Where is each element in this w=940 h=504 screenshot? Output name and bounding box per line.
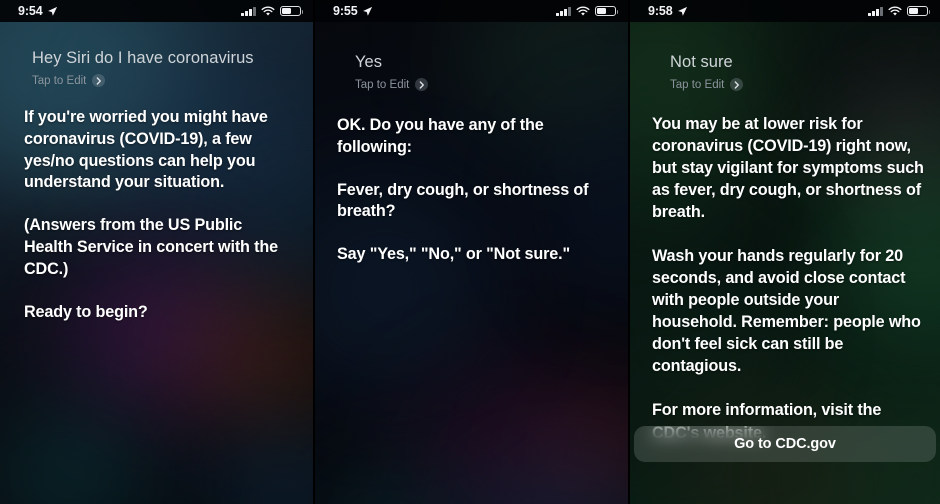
chevron-right-icon <box>92 74 106 88</box>
user-query-block[interactable]: Yes Tap to Edit <box>327 52 616 92</box>
siri-answer-1: If you're worried you might have coronav… <box>14 107 299 323</box>
tap-to-edit-button[interactable]: Tap to Edit <box>32 74 299 88</box>
tap-to-edit-label: Tap to Edit <box>670 78 725 91</box>
answer-paragraph: Wash your hands regularly for 20 seconds… <box>652 247 921 376</box>
location-arrow-icon <box>362 6 372 16</box>
status-bar-left: 9:54 <box>18 4 58 18</box>
tap-to-edit-button[interactable]: Tap to Edit <box>355 78 616 92</box>
clock-label: 9:54 <box>18 4 43 18</box>
user-query-block[interactable]: Not sure Tap to Edit <box>642 52 928 92</box>
wifi-icon <box>261 6 275 16</box>
wifi-icon <box>888 6 902 16</box>
siri-content-2: Yes Tap to Edit OK. Do you have any of t… <box>315 52 628 266</box>
siri-answer-2: OK. Do you have any of the following: Fe… <box>327 115 616 266</box>
go-to-cdc-button[interactable]: Go to CDC.gov <box>634 426 936 462</box>
go-to-cdc-button-label: Go to CDC.gov <box>734 436 836 452</box>
chevron-right-icon <box>415 78 429 92</box>
tap-to-edit-label: Tap to Edit <box>32 74 87 87</box>
answer-paragraph: If you're worried you might have coronav… <box>24 108 268 192</box>
status-bar-right <box>241 5 304 17</box>
clock-label: 9:58 <box>648 4 673 18</box>
user-query-text: Hey Siri do I have coronavirus <box>32 49 254 67</box>
siri-screenshot-strip: 9:54 Hey Siri do I have coronavirus Tap … <box>0 0 940 504</box>
user-query-block[interactable]: Hey Siri do I have coronavirus Tap to Ed… <box>14 48 299 88</box>
user-query-text: Yes <box>355 53 383 71</box>
status-bar-right <box>556 5 619 17</box>
siri-content-1: Hey Siri do I have coronavirus Tap to Ed… <box>0 48 313 323</box>
status-bar: 9:58 <box>630 0 940 22</box>
chevron-right-icon <box>730 78 744 92</box>
status-bar-left: 9:58 <box>648 4 688 18</box>
location-arrow-icon <box>677 6 687 16</box>
status-bar-left: 9:55 <box>333 4 373 18</box>
cellular-signal-icon <box>241 6 256 16</box>
cellular-signal-icon <box>868 6 883 16</box>
battery-icon <box>280 5 304 17</box>
tap-to-edit-label: Tap to Edit <box>355 78 410 91</box>
location-arrow-icon <box>47 6 57 16</box>
answer-paragraph: OK. Do you have any of the following: <box>337 116 544 156</box>
siri-content-3: Not sure Tap to Edit You may be at lower… <box>630 52 940 444</box>
battery-icon <box>907 5 931 17</box>
cellular-signal-icon <box>556 6 571 16</box>
siri-screen-2: 9:55 Yes Tap to Edit OK. Do you have any… <box>315 0 628 504</box>
clock-label: 9:55 <box>333 4 358 18</box>
user-query-text: Not sure <box>670 53 733 71</box>
wifi-icon <box>576 6 590 16</box>
answer-paragraph: (Answers from the US Public Health Servi… <box>24 216 278 278</box>
siri-screen-1: 9:54 Hey Siri do I have coronavirus Tap … <box>0 0 313 504</box>
answer-paragraph: Say "Yes," "No," or "Not sure." <box>337 245 571 264</box>
battery-icon <box>595 5 619 17</box>
answer-paragraph: Ready to begin? <box>24 302 148 321</box>
siri-answer-3: You may be at lower risk for coronavirus… <box>642 113 928 443</box>
answer-paragraph: You may be at lower risk for coronavirus… <box>652 115 924 222</box>
status-bar: 9:55 <box>315 0 628 22</box>
answer-paragraph: Fever, dry cough, or shortness of breath… <box>337 180 589 221</box>
siri-screen-3: 9:58 Not sure Tap to Edit You may be at … <box>630 0 940 504</box>
status-bar-right <box>868 5 931 17</box>
status-bar: 9:54 <box>0 0 313 22</box>
tap-to-edit-button[interactable]: Tap to Edit <box>670 78 928 92</box>
